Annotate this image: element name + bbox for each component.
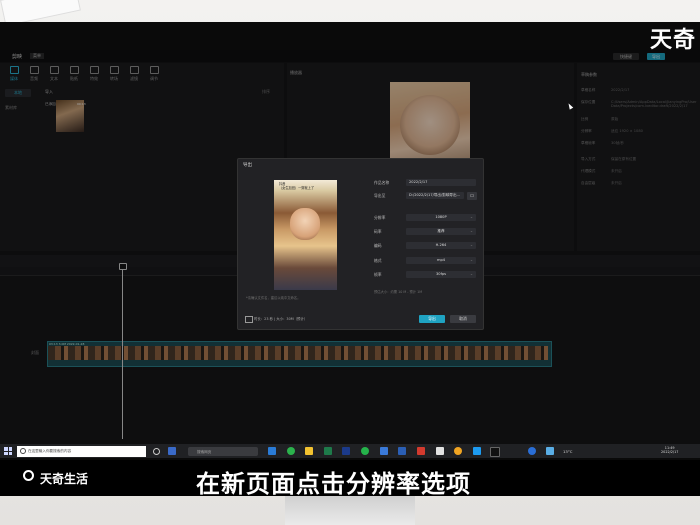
bitrate-label: 码率: [374, 229, 382, 234]
task-view-icon[interactable]: [153, 448, 160, 455]
brand-name: 天奇生活: [40, 472, 89, 486]
resolution-label: 分辨率: [374, 215, 386, 220]
path-field[interactable]: D:/2022/2/17/导出/剪映导出...: [406, 192, 464, 199]
clock[interactable]: 11:49 2022/2/17: [661, 446, 678, 454]
resolution-select[interactable]: 1080P ⌄: [406, 214, 476, 221]
cover-caption: 抖音 （女生加班）一穿就上了: [279, 182, 315, 190]
name-field[interactable]: 2022/2/17: [406, 179, 476, 186]
web-search-placeholder: 搜索网页: [197, 449, 212, 454]
duration-info: 时长：23 秒 | 大小：30M（预计）: [254, 317, 308, 321]
excel-icon[interactable]: [324, 447, 332, 455]
wechat-icon[interactable]: [361, 447, 369, 455]
path-label: 导出至: [374, 193, 386, 198]
chevron-down-icon: ⌄: [469, 229, 473, 233]
folder-app-icon[interactable]: [305, 447, 313, 455]
photoshop-icon[interactable]: [342, 447, 350, 455]
estimated-size: 预估大小：约需 10 M - 预计 1M: [374, 290, 423, 294]
edge-icon[interactable]: [268, 447, 276, 455]
codec-select[interactable]: H.264 ⌄: [406, 242, 476, 249]
subtitle-caption: 在新页面点击分辨率选项: [196, 470, 471, 498]
app-icon[interactable]: [436, 447, 444, 455]
tray-app-icon[interactable]: [528, 447, 536, 455]
temperature: 13°C: [563, 448, 573, 454]
wps-icon[interactable]: [417, 447, 425, 455]
brand-logo-icon: [23, 470, 34, 481]
app-icon[interactable]: [380, 447, 388, 455]
format-label: 格式: [374, 258, 382, 263]
jianying-icon[interactable]: [490, 447, 500, 457]
app-icon[interactable]: [454, 447, 462, 455]
search-icon: [20, 448, 26, 454]
folder-icon[interactable]: ▭: [467, 192, 477, 200]
app-icon[interactable]: [473, 447, 481, 455]
film-icon: [245, 316, 253, 323]
browser-icon[interactable]: [287, 447, 295, 455]
monitor-stand: [285, 495, 415, 525]
bitrate-select[interactable]: 推荐 ⌄: [406, 228, 476, 235]
name-label: 作品名称: [374, 180, 390, 185]
weather-icon[interactable]: [546, 447, 554, 455]
cover-note: *请确认文件名，建议以纯中文命名。: [246, 296, 301, 300]
codec-label: 编码: [374, 243, 382, 248]
chevron-down-icon: ⌄: [469, 215, 473, 219]
fps-label: 帧率: [374, 272, 382, 277]
cancel-button[interactable]: 取消: [450, 315, 476, 323]
app-icon[interactable]: [168, 447, 176, 455]
export-button[interactable]: 导出: [419, 315, 445, 323]
word-icon[interactable]: [398, 447, 406, 455]
chevron-down-icon: ⌄: [469, 272, 473, 276]
format-select[interactable]: mp4 ⌄: [406, 257, 476, 264]
dialog-title: 导出: [243, 163, 252, 168]
chevron-down-icon: ⌄: [469, 258, 473, 262]
windows-start-icon[interactable]: [4, 447, 12, 455]
chevron-down-icon: ⌄: [469, 243, 473, 247]
fps-select[interactable]: 30fps ⌄: [406, 271, 476, 278]
cover-subject: [290, 208, 320, 240]
taskbar-search-placeholder: 在这里输入你要搜索的内容: [28, 449, 72, 453]
